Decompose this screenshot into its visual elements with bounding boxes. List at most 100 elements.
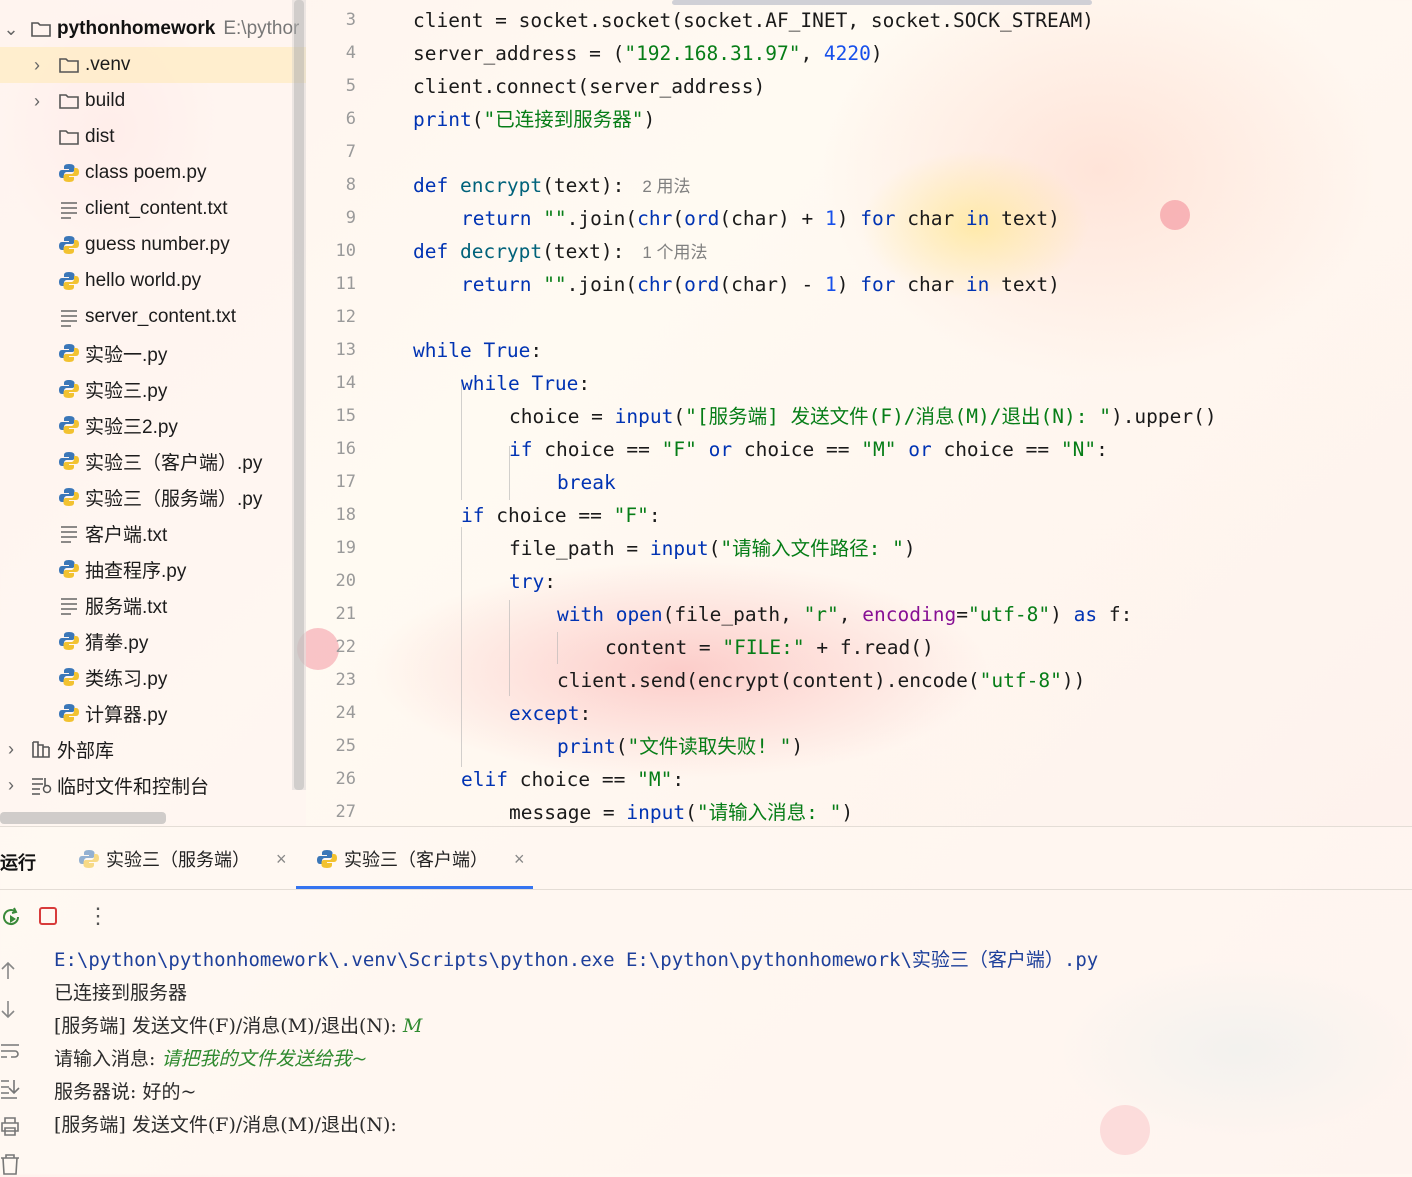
- run-tab-client[interactable]: 实验三（客户端） ×: [316, 843, 525, 875]
- line-number: 16: [335, 439, 356, 459]
- tree-item[interactable]: guess number.py: [0, 227, 306, 263]
- python-file-icon: [58, 630, 80, 652]
- chevron-right-icon[interactable]: ›: [26, 54, 48, 76]
- tree-item[interactable]: 实验三2.py: [0, 407, 306, 443]
- chevron-right-icon[interactable]: ›: [0, 738, 22, 760]
- line-number: 26: [335, 769, 356, 789]
- close-icon[interactable]: ×: [514, 849, 525, 870]
- tree-item-label: class poem.py: [85, 162, 207, 183]
- usage-hint[interactable]: 1 个用法: [642, 243, 707, 262]
- soft-wrap-icon[interactable]: [0, 1039, 24, 1063]
- tree-item[interactable]: 实验三（客户端）.py: [0, 443, 306, 479]
- tree-item-label: 猜拳.py: [85, 632, 149, 654]
- code-line: 7: [306, 136, 1412, 169]
- tree-item-external-libraries[interactable]: › 外部库: [0, 731, 306, 767]
- tree-item[interactable]: client_content.txt: [0, 191, 306, 227]
- code-text: content = "FILE:" + f.read(): [605, 636, 934, 659]
- code-editor[interactable]: 3 client = socket.socket(socket.AF_INET, …: [306, 0, 1412, 826]
- arrow-up-icon[interactable]: [0, 959, 24, 983]
- tree-item-label: 抽查程序.py: [85, 560, 187, 582]
- text-file-icon: [58, 306, 80, 328]
- scroll-to-end-icon[interactable]: [0, 1077, 24, 1101]
- code-text: def decrypt(text): 1 个用法: [413, 240, 708, 263]
- code-text: elif choice == "M":: [461, 768, 685, 791]
- line-number: 12: [335, 307, 356, 327]
- tree-item[interactable]: 猜拳.py: [0, 623, 306, 659]
- code-line: 8 def encrypt(text): 2 用法: [306, 169, 1412, 202]
- tree-item-label: 实验三（客户端）.py: [85, 452, 263, 474]
- run-panel-title: 运行: [0, 853, 36, 873]
- folder-icon: [58, 54, 80, 76]
- chevron-down-icon[interactable]: ⌄: [0, 18, 22, 40]
- more-options-icon[interactable]: ⋮: [86, 903, 110, 928]
- usage-hint[interactable]: 2 用法: [642, 177, 690, 196]
- tree-item-label: 类练习.py: [85, 668, 168, 690]
- tree-item[interactable]: › build: [0, 83, 306, 119]
- code-text: client.send(encrypt(content).encode("utf…: [557, 669, 1086, 692]
- trash-icon[interactable]: [0, 1153, 24, 1177]
- stop-icon[interactable]: [37, 905, 61, 929]
- python-file-icon: [58, 702, 80, 724]
- tree-scrollbar[interactable]: [292, 0, 306, 790]
- tree-item[interactable]: 服务端.txt: [0, 587, 306, 623]
- run-tab-server[interactable]: 实验三（服务端） ×: [78, 843, 287, 875]
- tree-item[interactable]: hello world.py: [0, 263, 306, 299]
- tree-item[interactable]: 计算器.py: [0, 695, 306, 731]
- tree-item[interactable]: class poem.py: [0, 155, 306, 191]
- rerun-icon[interactable]: [0, 905, 24, 929]
- tree-root[interactable]: ⌄ pythonhomework E:\pythor: [0, 11, 306, 47]
- chevron-right-icon[interactable]: ›: [0, 774, 22, 796]
- tree-item[interactable]: 类练习.py: [0, 659, 306, 695]
- code-line: 22 content = "FILE:" + f.read(): [306, 631, 1412, 664]
- python-file-icon: [58, 342, 80, 364]
- line-number: 20: [335, 571, 356, 591]
- tree-item-label: 外部库: [57, 740, 115, 762]
- code-line: 6 print("已连接到服务器"): [306, 103, 1412, 136]
- code-line: 17 break: [306, 466, 1412, 499]
- tree-item[interactable]: 抽查程序.py: [0, 551, 306, 587]
- tree-item-label: server_content.txt: [85, 306, 237, 327]
- print-icon[interactable]: [0, 1115, 24, 1139]
- tree-item-label: 计算器.py: [85, 704, 168, 726]
- code-line: 21 with open(file_path, "r", encoding="ut…: [306, 598, 1412, 631]
- tree-item-label: 实验三（服务端）.py: [85, 488, 263, 510]
- tree-item[interactable]: 实验一.py: [0, 335, 306, 371]
- code-line: 3 client = socket.socket(socket.AF_INET, …: [306, 4, 1412, 37]
- tree-item[interactable]: server_content.txt: [0, 299, 306, 335]
- code-line: 13 while True:: [306, 334, 1412, 367]
- code-line: 25 print("文件读取失败! "): [306, 730, 1412, 763]
- code-text: client = socket.socket(socket.AF_INET, s…: [413, 9, 1094, 32]
- tree-item-label: 服务端.txt: [85, 596, 168, 618]
- tree-item-label: build: [85, 90, 126, 111]
- chevron-right-icon[interactable]: ›: [26, 90, 48, 112]
- code-line: 19 file_path = input("请输入文件路径: "): [306, 532, 1412, 565]
- tree-item[interactable]: dist: [0, 119, 306, 155]
- code-text: message = input("请输入消息: "): [509, 801, 854, 824]
- tree-item-label: 实验三2.py: [85, 416, 178, 438]
- tree-item[interactable]: 实验三（服务端）.py: [0, 479, 306, 515]
- python-file-icon: [58, 666, 80, 688]
- line-number: 27: [335, 802, 356, 822]
- line-number: 9: [345, 208, 356, 228]
- code-text: return "".join(chr(ord(char) + 1) for ch…: [461, 207, 1060, 230]
- tree-item[interactable]: 实验三.py: [0, 371, 306, 407]
- tree-item-scratches[interactable]: › 临时文件和控制台: [0, 767, 306, 803]
- scrollbar-thumb[interactable]: [294, 0, 304, 790]
- code-text: print("文件读取失败! "): [557, 735, 804, 758]
- close-icon[interactable]: ×: [276, 849, 287, 870]
- python-file-icon: [58, 558, 80, 580]
- line-number: 17: [335, 472, 356, 492]
- tree-item[interactable]: › .venv: [0, 47, 306, 83]
- code-text: def encrypt(text): 2 用法: [413, 174, 691, 197]
- scratches-icon: [32, 778, 52, 795]
- tree-item-label: 客户端.txt: [85, 524, 168, 546]
- tree-item-label: guess number.py: [85, 234, 230, 255]
- python-file-icon: [58, 378, 80, 400]
- arrow-down-icon[interactable]: [0, 997, 24, 1021]
- tree-horizontal-scrollbar[interactable]: [0, 812, 166, 824]
- tree-item[interactable]: 客户端.txt: [0, 515, 306, 551]
- python-file-icon: [58, 450, 80, 472]
- code-line: 23 client.send(encrypt(content).encode("u…: [306, 664, 1412, 697]
- python-file-icon: [58, 162, 80, 184]
- code-text: choice = input("[服务端] 发送文件(F)/消息(M)/退出(N…: [509, 405, 1217, 428]
